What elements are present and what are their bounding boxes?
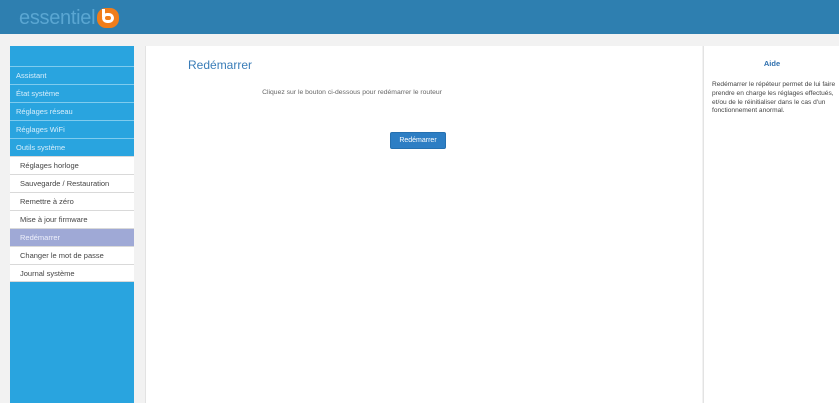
logo-badge-icon [97,8,120,28]
sidebar-subitem-reglages-horloge[interactable]: Réglages horloge [10,156,134,174]
sidebar-subitem-redemarrer[interactable]: Redémarrer [10,228,134,246]
sidebar-subitem-remettre-a-zero[interactable]: Remettre à zéro [10,192,134,210]
sidebar-item-reglages-reseau[interactable]: Réglages réseau [10,102,134,120]
sidebar: Assistant État système Réglages réseau R… [10,46,134,403]
sidebar-subitem-journal-systeme[interactable]: Journal système [10,264,134,282]
sidebar-item-outils-systeme[interactable]: Outils système [10,138,134,156]
logo-text: essentiel [19,7,96,29]
sidebar-menu: Assistant État système Réglages réseau R… [10,66,134,282]
brand-logo: essentiel [19,7,120,29]
instruction-text: Cliquez sur le bouton ci-dessous pour re… [262,89,442,96]
sidebar-subitem-mise-a-jour-firmware[interactable]: Mise à jour firmware [10,210,134,228]
top-bar: essentiel [0,0,839,34]
sidebar-item-etat-systeme[interactable]: État système [10,84,134,102]
page-title: Redémarrer [188,58,253,72]
sidebar-item-assistant[interactable]: Assistant [10,66,134,84]
help-text: Redémarrer le répéteur permet de lui fai… [712,81,836,115]
help-panel: Aide Redémarrer le répéteur permet de lu… [703,46,839,403]
sidebar-item-reglages-wifi[interactable]: Réglages WiFi [10,120,134,138]
help-title: Aide [763,59,781,68]
sidebar-subitem-sauvegarde-restauration[interactable]: Sauvegarde / Restauration [10,174,134,192]
reboot-button[interactable]: Redémarrer [390,132,446,149]
sidebar-subitem-changer-mot-de-passe[interactable]: Changer le mot de passe [10,246,134,264]
main-panel: Redémarrer Cliquez sur le bouton ci-dess… [145,46,702,403]
